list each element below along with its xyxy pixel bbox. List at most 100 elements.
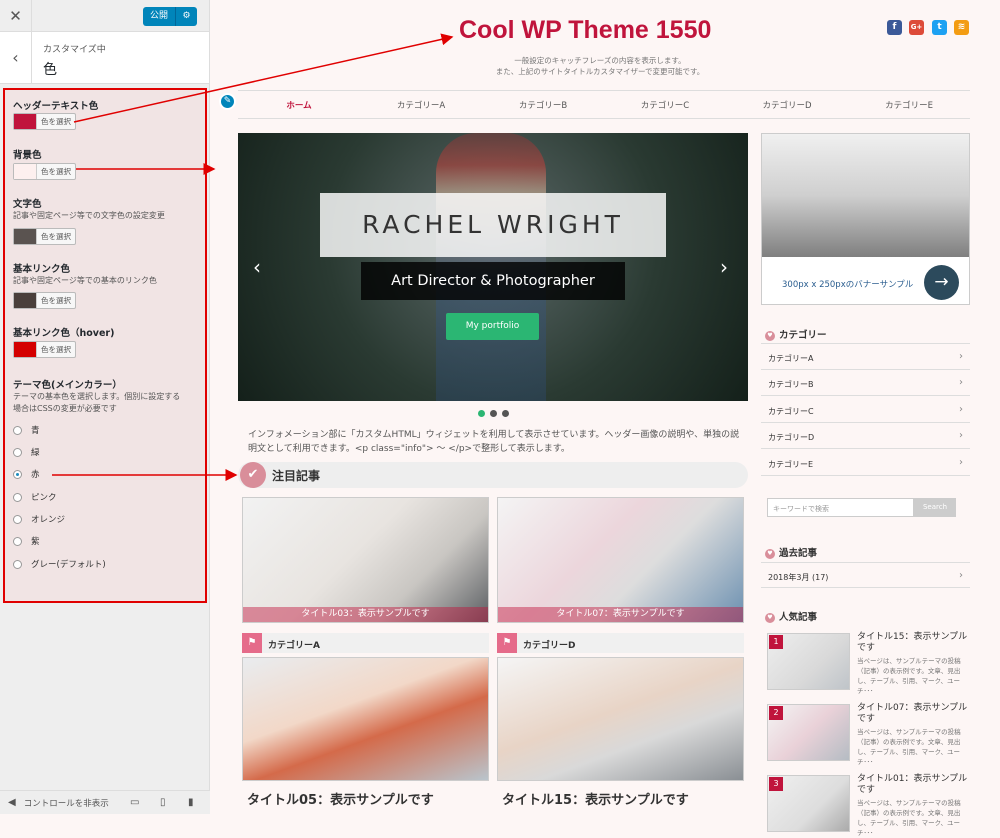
color-swatch [14, 293, 36, 308]
widget-category-item[interactable]: カテゴリーA › [761, 344, 970, 370]
hero-slider[interactable]: RACHEL WRIGHT Art Director & Photographe… [238, 133, 748, 401]
close-icon[interactable]: ✕ [0, 0, 32, 32]
select-color-label: 色を選択 [36, 164, 75, 179]
category-header: ⚑ カテゴリーA [242, 633, 489, 653]
popular-post-desc: 当ページは、サンプルテーマの投稿（記事）の表示例です。文章、見出し、テーブル、引… [857, 728, 961, 766]
nav-category-c[interactable]: カテゴリーC [641, 99, 689, 111]
widget-title-text: 人気記事 [779, 612, 818, 623]
header-text-color-button[interactable]: 色を選択 [13, 113, 76, 130]
site-title[interactable]: Cool WP Theme 1550 [459, 16, 711, 45]
radio-circle[interactable] [13, 447, 22, 457]
collapse-icon[interactable]: ◀ [8, 797, 16, 808]
post-title[interactable]: タイトル05：表示サンプルです [247, 789, 434, 808]
search-button[interactable]: Search [914, 498, 956, 517]
radio-circle[interactable] [13, 559, 22, 569]
popular-post-title[interactable]: タイトル15：表示サンプルです [857, 632, 969, 654]
popular-thumbnail[interactable]: 2 [767, 704, 850, 761]
radio-circle[interactable] [13, 514, 22, 524]
radio-label: 青 [31, 426, 40, 436]
radio-label: オレンジ [31, 515, 66, 525]
radio-gray[interactable]: グレー(デフォルト) [13, 558, 106, 570]
radio-orange[interactable]: オレンジ [13, 513, 65, 525]
featured-card-title[interactable]: タイトル07：表示サンプルです [498, 607, 743, 622]
popular-thumbnail[interactable]: 3 [767, 775, 850, 832]
desktop-preview-icon[interactable]: ▭ [130, 797, 139, 808]
color-swatch [14, 114, 36, 129]
widget-popular-title: ♥ 人気記事 [765, 609, 817, 623]
hero-name: RACHEL WRIGHT [320, 193, 666, 257]
radio-label: 緑 [31, 448, 40, 458]
business-team-image [762, 134, 969, 257]
chevron-right-icon: › [959, 430, 963, 441]
archive-item[interactable]: 2018年3月 (17) › [761, 562, 970, 588]
radio-circle[interactable] [13, 425, 22, 435]
radio-purple[interactable]: 紫 [13, 535, 40, 547]
banner-ad[interactable]: 300px x 250pxのバナーサンプル → [761, 133, 970, 305]
gear-icon[interactable]: ⚙ [175, 7, 198, 26]
hide-controls-link[interactable]: コントロールを非表示 [24, 797, 109, 809]
background-color-button[interactable]: 色を選択 [13, 163, 76, 180]
nav-category-e[interactable]: カテゴリーE [885, 99, 933, 111]
featured-card-title[interactable]: タイトル03：表示サンプルです [243, 607, 488, 622]
radio-circle[interactable] [13, 536, 22, 546]
widget-category-item[interactable]: カテゴリーE › [761, 450, 970, 476]
section-header: ‹ カスタマイズ中 色 [0, 32, 209, 84]
popular-post-title[interactable]: タイトル01：表示サンプルです [857, 774, 969, 796]
color-swatch [14, 229, 36, 244]
nav-category-d[interactable]: カテゴリーD [762, 99, 811, 111]
search-input[interactable]: キーワードで検索 [767, 498, 914, 517]
widget-category-item[interactable]: カテゴリーB › [761, 370, 970, 396]
slider-next-icon[interactable]: › [720, 255, 728, 279]
portfolio-button[interactable]: My portfolio [446, 313, 539, 340]
slider-dot[interactable] [502, 410, 509, 417]
featured-card[interactable]: タイトル07：表示サンプルです [497, 497, 744, 623]
rss-icon[interactable]: ≋ [954, 20, 969, 35]
radio-blue[interactable]: 青 [13, 424, 40, 436]
slider-dot[interactable] [490, 410, 497, 417]
radio-green[interactable]: 緑 [13, 446, 40, 458]
widget-category-label: カテゴリーB [768, 380, 814, 389]
radio-red[interactable]: 赤 [13, 468, 40, 480]
twitter-icon[interactable]: t [932, 20, 947, 35]
nav-category-b[interactable]: カテゴリーB [519, 99, 567, 111]
link-color-button[interactable]: 色を選択 [13, 292, 76, 309]
back-icon[interactable]: ‹ [0, 32, 32, 84]
popular-post-desc: 当ページは、サンプルテーマの投稿（記事）の表示例です。文章、見出し、テーブル、引… [857, 657, 961, 695]
banner-text: 300px x 250pxのバナーサンプル [782, 280, 914, 290]
facebook-icon[interactable]: f [887, 20, 902, 35]
radio-label: 紫 [31, 537, 40, 547]
featured-card[interactable]: タイトル03：表示サンプルです [242, 497, 489, 623]
widget-category-label: カテゴリーC [768, 407, 814, 416]
widget-title-text: カテゴリー [779, 330, 827, 341]
widget-category-item[interactable]: カテゴリーD › [761, 423, 970, 449]
category-name[interactable]: カテゴリーA [268, 638, 320, 651]
slider-prev-icon[interactable]: ‹ [253, 255, 261, 279]
radio-pink[interactable]: ピンク [13, 491, 57, 503]
link-hover-color-button[interactable]: 色を選択 [13, 341, 76, 358]
arrow-right-icon[interactable]: → [924, 265, 959, 300]
tablet-preview-icon[interactable]: ▯ [160, 797, 166, 808]
popular-thumbnail[interactable]: 1 [767, 633, 850, 690]
pencil-icon[interactable]: ✎ [219, 93, 236, 110]
post-thumbnail[interactable] [497, 657, 744, 781]
popular-post-title[interactable]: タイトル07：表示サンプルです [857, 703, 969, 725]
nav-home[interactable]: ホーム [286, 99, 311, 111]
rank-badge: 2 [769, 706, 783, 720]
google-plus-icon[interactable]: G+ [909, 20, 924, 35]
radio-circle-selected[interactable] [13, 469, 22, 479]
text-color-desc: 記事や固定ページ等での文字色の設定変更 [13, 211, 165, 220]
post-thumbnail[interactable] [242, 657, 489, 781]
flag-icon: ⚑ [497, 633, 517, 653]
category-name[interactable]: カテゴリーD [523, 638, 575, 651]
customizing-label: カスタマイズ中 [43, 45, 106, 55]
radio-label: グレー(デフォルト) [31, 560, 106, 570]
slider-dot-active[interactable] [478, 410, 485, 417]
mobile-preview-icon[interactable]: ▮ [188, 797, 194, 808]
tagline-note: また、上記のサイトタイトルカスタマイザーで変更可能です。 [495, 67, 705, 76]
widget-category-item[interactable]: カテゴリーC › [761, 397, 970, 423]
nav-category-a[interactable]: カテゴリーA [397, 99, 445, 111]
publish-button[interactable]: 公開 [143, 7, 176, 26]
post-title[interactable]: タイトル15：表示サンプルです [502, 789, 689, 808]
radio-circle[interactable] [13, 492, 22, 502]
text-color-button[interactable]: 色を選択 [13, 228, 76, 245]
